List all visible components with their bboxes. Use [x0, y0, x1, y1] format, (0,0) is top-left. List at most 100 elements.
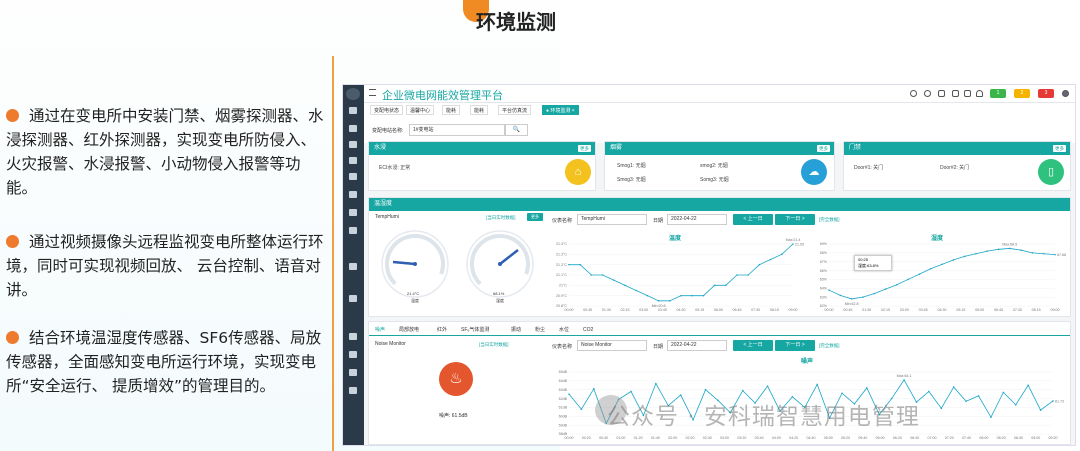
x-tick-label: 06:45: [733, 308, 742, 312]
y-tick-label: 62dB: [559, 397, 568, 401]
data-point: [850, 298, 853, 300]
refresh-icon[interactable]: [924, 90, 931, 97]
notify-badge-red[interactable]: 3: [1038, 89, 1054, 98]
page-title: 环境监测: [476, 10, 556, 34]
data-point: [601, 274, 604, 276]
chart-annotation: Max:21.4: [786, 238, 801, 242]
fullscreen-icon[interactable]: [952, 90, 959, 97]
temperature-gauge-label: 温度: [411, 298, 419, 303]
x-tick-label: 02:40: [703, 436, 712, 440]
smoke-item: Smog1: 无烟: [617, 163, 646, 169]
nav-settings-icon[interactable]: [349, 263, 357, 270]
prev-day-button[interactable]: < 上一日: [733, 214, 773, 225]
smoke-more-button[interactable]: 更多: [817, 145, 830, 152]
tab-center[interactable]: 温馨中心: [406, 105, 435, 115]
data-point: [590, 274, 593, 276]
data-point: [907, 278, 909, 281]
data-point: [704, 388, 707, 391]
substation-input[interactable]: 1#变电站: [409, 124, 505, 136]
temphumi-device-name: TempHumi: [375, 214, 399, 220]
nav-file-icon[interactable]: [349, 125, 357, 132]
water-card: 水浸 更多 ECI水浸: 正常 ⌂: [368, 141, 596, 191]
tab-energy-2[interactable]: 能耗: [470, 105, 489, 115]
nav-device-icon[interactable]: [349, 295, 357, 302]
data-point: [758, 263, 761, 266]
smoke-card-header: 烟雾 更多: [605, 142, 834, 155]
nav-grid-icon[interactable]: [349, 191, 357, 198]
noise-meter-select[interactable]: Noise Monitor: [577, 340, 647, 351]
nav-user-icon[interactable]: [349, 141, 357, 148]
data-point: [963, 255, 966, 258]
nav-chart-icon[interactable]: [349, 173, 357, 180]
notify-badge-yellow[interactable]: 2: [1014, 89, 1030, 98]
x-tick-label: 06:00: [975, 308, 984, 312]
bullet-dot: [6, 235, 19, 248]
temphumi-realtime-link[interactable]: [当日实时数据]: [486, 215, 516, 221]
tab-partial-discharge[interactable]: 局部放电: [395, 324, 423, 336]
data-point: [839, 294, 842, 297]
tab-substation-status[interactable]: 变配电状态: [370, 105, 404, 115]
noise-full-data-link[interactable]: [完全数据]: [819, 343, 840, 349]
x-tick-label: 07:30: [1013, 308, 1022, 312]
door-more-button[interactable]: 更多: [1053, 145, 1066, 152]
tab-dust[interactable]: 粉尘: [531, 324, 549, 336]
x-tick-label: 03:00: [639, 308, 648, 312]
noise-prev-day-button[interactable]: < 上一日: [733, 340, 773, 351]
noise-date-input[interactable]: 2022-04-22: [667, 340, 727, 351]
x-tick-label: 08:20: [997, 436, 1006, 440]
tab-energy-1[interactable]: 能耗: [442, 105, 461, 115]
y-tick-label: 63%: [820, 295, 828, 299]
data-point: [896, 283, 898, 286]
y-tick-label: 60dB: [559, 414, 568, 418]
x-tick-label: 09:00: [789, 308, 798, 312]
x-tick-label: 01:00: [616, 436, 625, 440]
door-card: 门禁 更多 Door#1: 关门 Door#2: 关门 ▯: [843, 141, 1071, 191]
nav-report-icon[interactable]: [349, 209, 357, 216]
tab-platform[interactable]: 平台仿真流: [498, 105, 532, 115]
data-point: [1042, 252, 1045, 255]
menu-icon[interactable]: [369, 89, 376, 96]
x-tick-label: 07:00: [928, 436, 937, 440]
data-point: [680, 294, 682, 297]
tab-sf6[interactable]: SF₆气体监测: [457, 324, 493, 336]
meter-select[interactable]: TempHumi: [577, 214, 647, 225]
noise-next-day-button[interactable]: 下一日 >: [775, 340, 815, 351]
divider-line: [332, 56, 334, 451]
chart-annotation: Min:20.8: [652, 304, 666, 308]
tab-environment[interactable]: ● 环境监测 ×: [542, 105, 579, 115]
screen-icon[interactable]: [964, 90, 971, 97]
avatar[interactable]: [1062, 90, 1069, 97]
print-icon[interactable]: [938, 90, 945, 97]
x-tick-label: 01:20: [634, 436, 643, 440]
next-day-button[interactable]: 下一日 >: [775, 214, 815, 225]
tab-vibration[interactable]: 振动: [507, 324, 525, 336]
notify-badge-green[interactable]: 1: [990, 89, 1006, 98]
temphumi-more-button[interactable]: 更多: [527, 213, 543, 221]
search-button[interactable]: 🔍: [505, 124, 528, 136]
gauges: [381, 230, 534, 298]
tab-noise[interactable]: 噪声: [371, 324, 390, 336]
nav-alarm-icon[interactable]: [349, 157, 357, 164]
x-tick-label: 01:30: [862, 308, 871, 312]
full-data-link[interactable]: [完全数据]: [819, 217, 840, 223]
tab-water-level[interactable]: 水位: [555, 324, 573, 336]
data-point: [568, 393, 570, 395]
skin-icon[interactable]: [976, 90, 983, 97]
tab-co2[interactable]: CO2: [579, 324, 597, 336]
search-icon[interactable]: [910, 90, 917, 97]
nav-home-icon[interactable]: [349, 107, 357, 114]
chart-annotation: 61.73: [1055, 399, 1064, 403]
water-more-button[interactable]: 更多: [578, 145, 591, 152]
nav-tools-icon[interactable]: [349, 333, 357, 340]
nav-person-icon[interactable]: [349, 369, 357, 376]
date-input[interactable]: 2022-04-22: [667, 214, 727, 225]
nav-edit-icon[interactable]: [349, 227, 357, 234]
noise-realtime-link[interactable]: [当日实时数据]: [479, 342, 509, 348]
x-tick-label: 01:30: [602, 308, 611, 312]
tab-infrared[interactable]: 红外: [433, 324, 451, 336]
nav-people-icon[interactable]: [349, 351, 357, 358]
data-point: [1009, 247, 1011, 250]
nav-doc-icon[interactable]: [349, 387, 357, 394]
x-tick-label: 02:20: [686, 436, 695, 440]
data-point: [725, 284, 727, 287]
